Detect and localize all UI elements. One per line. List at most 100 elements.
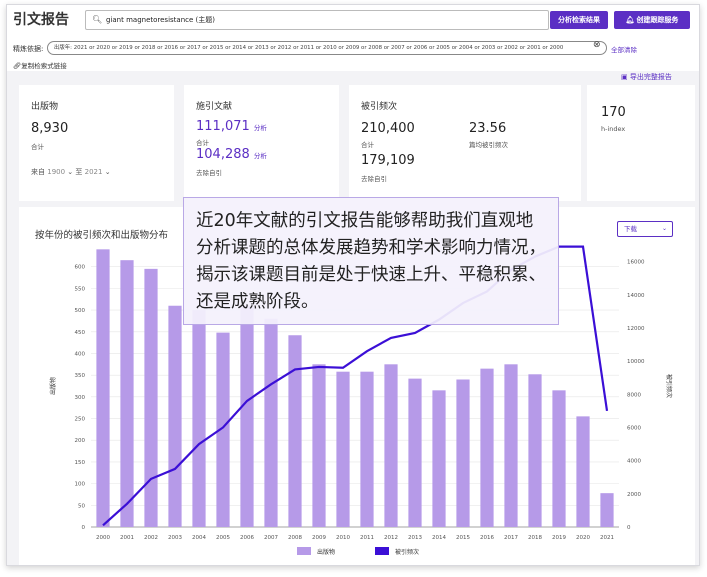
bar <box>240 305 254 527</box>
bar <box>96 249 110 527</box>
left-tick-label: 500 <box>75 308 86 314</box>
legend-swatch-citations <box>375 547 389 555</box>
annotation-callout: 近20年文献的引文报告能够帮助我们直观地分析课题的总体发展趋势和学术影响力情况，… <box>183 197 559 325</box>
bell-icon: 🔔︎ <box>625 16 635 24</box>
bar <box>360 371 374 527</box>
citing-total[interactable]: 111,071 分析 <box>196 119 267 134</box>
bar <box>408 378 422 527</box>
copy-row: 🔗︎复制检索式链接 <box>7 59 699 71</box>
chevron-down-icon: ⌄ <box>67 168 74 176</box>
header-bar: 引文报告 🔍︎ giant magnetoresistance (主题) 分析检… <box>7 5 699 37</box>
x-tick-label: 2008 <box>288 535 302 541</box>
times-cited-excl-sub: 去除自引 <box>361 175 387 183</box>
x-tick-label: 2009 <box>312 535 326 541</box>
bar <box>600 493 614 527</box>
x-tick-label: 2021 <box>600 535 614 541</box>
bar <box>312 364 326 527</box>
year-range[interactable]: 来自 1900 ⌄ 至 2021 ⌄ <box>31 167 111 177</box>
bar <box>480 368 494 527</box>
h-index-label: h-index <box>601 125 626 133</box>
publications-label: 出版物 <box>31 102 59 112</box>
x-tick-label: 2015 <box>456 535 470 541</box>
left-tick-label: 450 <box>75 330 86 336</box>
page-title: 引文报告 <box>13 12 69 28</box>
left-tick-label: 150 <box>75 460 86 466</box>
right-axis-title: 被引频次 <box>665 374 673 398</box>
search-icon: 🔍︎ <box>92 15 103 24</box>
right-tick-label: 8000 <box>627 392 641 398</box>
clear-all-link[interactable]: 全部清除 <box>611 44 637 54</box>
bar <box>336 371 350 527</box>
bar <box>288 335 302 527</box>
bar <box>120 260 134 527</box>
bar <box>168 305 182 527</box>
year-filter-chip[interactable]: 出版年: 2021 or 2020 or 2019 or 2018 or 201… <box>47 41 607 55</box>
left-tick-label: 100 <box>75 482 86 488</box>
legend-swatch-publications <box>297 547 311 555</box>
x-tick-label: 2000 <box>96 535 110 541</box>
x-tick-label: 2014 <box>432 535 446 541</box>
right-tick-label: 16000 <box>627 260 645 266</box>
left-tick-label: 300 <box>75 395 86 401</box>
bar <box>528 374 542 527</box>
legend-label-citations: 被引频次 <box>395 548 419 556</box>
times-cited-total-sub: 合计 <box>361 141 374 149</box>
h-index-value: 170 <box>601 105 626 120</box>
bar <box>552 390 566 527</box>
left-tick-label: 400 <box>75 351 86 357</box>
x-tick-label: 2011 <box>360 535 374 541</box>
citing-total-sub: 合计 <box>196 139 209 147</box>
right-tick-label: 6000 <box>627 425 641 431</box>
x-tick-label: 2007 <box>264 535 278 541</box>
bar <box>144 268 158 527</box>
x-tick-label: 2006 <box>240 535 254 541</box>
report-window: 引文报告 🔍︎ giant magnetoresistance (主题) 分析检… <box>6 4 700 566</box>
left-tick-label: 550 <box>75 286 86 292</box>
left-tick-label: 0 <box>82 525 86 531</box>
x-tick-label: 2012 <box>384 535 398 541</box>
right-tick-label: 0 <box>627 525 631 531</box>
refine-label: 精炼依据: <box>13 45 44 53</box>
analyze-results-button[interactable]: 分析检索结果 <box>550 11 608 29</box>
bar <box>456 379 470 527</box>
right-tick-label: 2000 <box>627 492 641 498</box>
legend-label-publications: 出版物 <box>317 548 335 556</box>
x-tick-label: 2003 <box>168 535 182 541</box>
left-axis-title: 出版物 <box>49 377 57 395</box>
create-alert-label: 创建跟踪服务 <box>636 16 679 24</box>
avg-citations-sub: 篇均被引频次 <box>469 141 508 149</box>
search-value: giant magnetoresistance (主题) <box>106 16 215 24</box>
search-input[interactable]: 🔍︎ giant magnetoresistance (主题) <box>85 10 549 30</box>
left-tick-label: 50 <box>78 503 85 509</box>
bar <box>504 364 518 527</box>
times-cited-total: 210,400 <box>361 121 415 136</box>
x-tick-label: 2005 <box>216 535 230 541</box>
right-tick-label: 12000 <box>627 326 645 332</box>
h-index-card: 170 h-index <box>587 85 695 201</box>
left-tick-label: 250 <box>75 417 86 423</box>
create-alert-button[interactable]: 🔔︎ 创建跟踪服务 <box>614 11 690 29</box>
publications-sub: 合计 <box>31 143 44 151</box>
x-tick-label: 2002 <box>144 535 158 541</box>
right-tick-label: 14000 <box>627 293 645 299</box>
x-tick-label: 2010 <box>336 535 350 541</box>
bar <box>192 310 206 527</box>
copy-query-link[interactable]: 🔗︎复制检索式链接 <box>13 60 67 70</box>
bar <box>432 390 446 527</box>
x-tick-label: 2013 <box>408 535 422 541</box>
x-tick-label: 2016 <box>480 535 494 541</box>
citing-label: 施引文献 <box>196 102 233 112</box>
citing-articles-card: 施引文献 111,071 分析 合计 104,288 分析 去除自引 <box>184 85 339 201</box>
left-tick-label: 350 <box>75 373 86 379</box>
times-cited-card: 被引频次 210,400 合计 23.56 篇均被引频次 179,109 去除自… <box>349 85 581 201</box>
bar <box>576 416 590 527</box>
close-icon[interactable]: ⊗ <box>593 40 601 50</box>
bar <box>264 318 278 527</box>
publications-card: 出版物 8,930 合计 来自 1900 ⌄ 至 2021 ⌄ <box>19 85 174 201</box>
chevron-down-icon: ⌄ <box>104 168 111 176</box>
avg-citations: 23.56 <box>469 121 507 136</box>
export-report-link[interactable]: ▣ 导出完整报告 <box>621 72 672 82</box>
x-tick-label: 2001 <box>120 535 134 541</box>
export-icon: ▣ <box>621 73 628 81</box>
citing-excl[interactable]: 104,288 分析 <box>196 147 267 162</box>
